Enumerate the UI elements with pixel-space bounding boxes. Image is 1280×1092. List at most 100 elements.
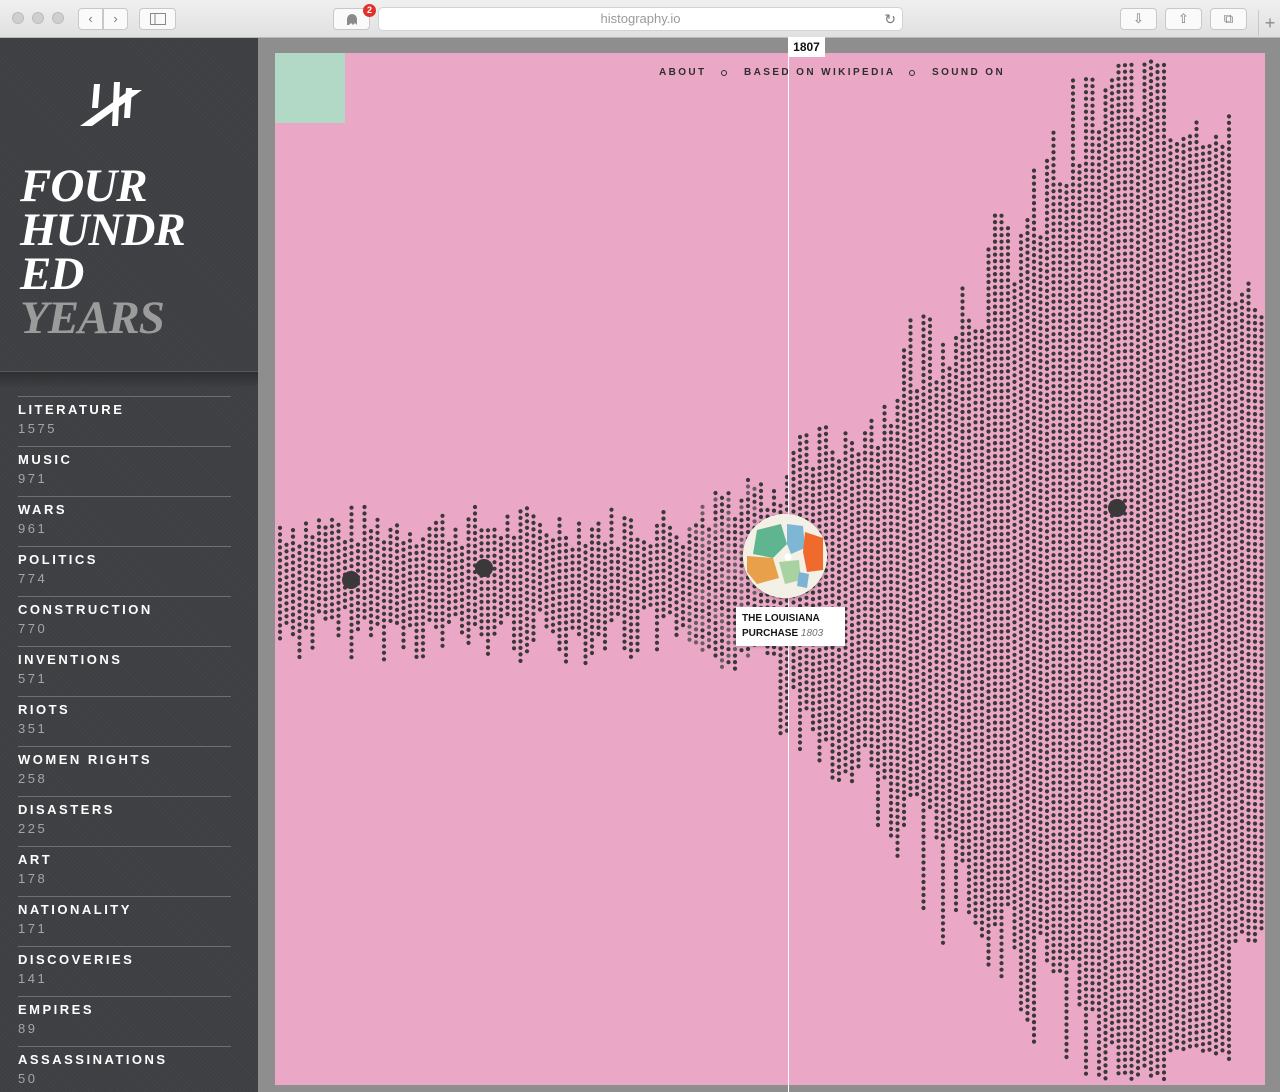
event-dot[interactable] (843, 528, 848, 533)
event-dot[interactable] (693, 581, 699, 587)
event-dot[interactable] (440, 611, 445, 616)
event-dot[interactable] (277, 545, 283, 550)
event-dot[interactable] (1057, 871, 1063, 876)
event-dot[interactable] (394, 523, 400, 528)
event-dot[interactable] (1005, 245, 1011, 250)
event-dot[interactable] (615, 598, 621, 604)
event-dot[interactable] (1051, 780, 1056, 785)
event-dot[interactable] (1018, 786, 1024, 791)
event-dot[interactable] (895, 522, 900, 527)
event-dot[interactable] (316, 537, 322, 542)
event-dot[interactable] (979, 920, 985, 925)
event-dot[interactable] (1051, 260, 1056, 265)
event-dot[interactable] (1038, 293, 1043, 298)
event-dot[interactable] (1044, 607, 1050, 612)
event-dot[interactable] (1005, 492, 1011, 497)
event-dot[interactable] (303, 560, 309, 565)
event-dot[interactable] (1057, 351, 1063, 356)
event-dot[interactable] (836, 738, 842, 744)
event-dot[interactable] (648, 557, 653, 562)
event-dot[interactable] (563, 568, 569, 573)
event-dot[interactable] (394, 542, 400, 547)
event-dot[interactable] (817, 485, 822, 490)
event-dot[interactable] (979, 836, 985, 841)
event-dot[interactable] (901, 426, 907, 431)
event-dot[interactable] (914, 428, 920, 433)
event-dot[interactable] (895, 431, 900, 436)
event-dot[interactable] (1044, 633, 1050, 638)
event-dot[interactable] (947, 411, 952, 417)
event-dot[interactable] (531, 618, 536, 623)
event-dot[interactable] (830, 515, 835, 520)
event-dot[interactable] (940, 576, 946, 581)
event-dot[interactable] (518, 593, 523, 599)
event-dot[interactable] (817, 602, 822, 607)
event-dot[interactable] (427, 572, 432, 577)
event-dot[interactable] (303, 566, 309, 572)
event-dot[interactable] (836, 543, 842, 548)
event-dot[interactable] (1031, 272, 1037, 277)
event-dot[interactable] (1025, 328, 1030, 333)
event-dot[interactable] (1044, 906, 1050, 911)
event-dot[interactable] (297, 583, 302, 588)
event-dot[interactable] (1018, 994, 1024, 999)
event-dot[interactable] (1051, 936, 1056, 941)
event-dot[interactable] (1025, 920, 1030, 925)
event-dot[interactable] (856, 582, 861, 587)
event-dot[interactable] (986, 708, 991, 714)
event-dot[interactable] (719, 515, 725, 520)
event-dot[interactable] (966, 884, 972, 889)
event-dot[interactable] (1044, 717, 1050, 723)
event-dot[interactable] (992, 480, 998, 485)
event-dot[interactable] (1012, 737, 1017, 742)
event-dot[interactable] (901, 647, 907, 652)
event-dot[interactable] (1018, 578, 1024, 583)
event-dot[interactable] (1031, 337, 1037, 342)
event-dot[interactable] (953, 556, 959, 562)
event-dot[interactable] (362, 569, 367, 575)
event-dot[interactable] (713, 523, 718, 528)
event-dot[interactable] (973, 907, 978, 912)
event-dot[interactable] (960, 377, 965, 382)
event-dot[interactable] (1018, 935, 1024, 940)
event-dot[interactable] (940, 713, 946, 718)
event-dot[interactable] (1057, 377, 1063, 382)
event-dot[interactable] (479, 528, 484, 533)
event-dot[interactable] (602, 581, 608, 586)
event-dot[interactable] (1005, 551, 1011, 556)
event-dot[interactable] (654, 562, 660, 567)
event-dot[interactable] (368, 529, 374, 534)
event-dot[interactable] (1012, 561, 1017, 566)
event-dot[interactable] (628, 635, 634, 640)
event-dot[interactable] (804, 660, 809, 665)
event-dot[interactable] (966, 357, 972, 362)
event-dot[interactable] (947, 834, 952, 839)
event-dot[interactable] (960, 325, 965, 330)
event-dot[interactable] (713, 549, 718, 554)
event-dot[interactable] (498, 614, 504, 619)
event-dot[interactable] (895, 730, 900, 735)
event-dot[interactable] (622, 626, 627, 631)
event-dot[interactable] (739, 596, 744, 601)
event-dot[interactable] (979, 927, 985, 932)
event-dot[interactable] (830, 697, 835, 702)
event-dot[interactable] (901, 679, 907, 685)
event-dot[interactable] (875, 718, 881, 724)
event-dot[interactable] (849, 590, 855, 595)
event-dot[interactable] (1025, 653, 1030, 658)
event-dot[interactable] (908, 331, 913, 336)
event-dot[interactable] (973, 680, 978, 685)
event-dot[interactable] (362, 563, 367, 568)
event-dot[interactable] (713, 503, 718, 509)
event-dot[interactable] (1038, 423, 1043, 428)
event-dot[interactable] (492, 586, 497, 591)
event-dot[interactable] (1051, 637, 1056, 642)
event-dot[interactable] (862, 502, 868, 507)
event-dot[interactable] (934, 601, 939, 606)
event-dot[interactable] (836, 576, 842, 581)
event-dot[interactable] (804, 602, 809, 607)
event-dot[interactable] (1012, 756, 1017, 761)
event-dot[interactable] (414, 602, 419, 608)
event-dot[interactable] (966, 624, 972, 629)
event-dot[interactable] (635, 570, 640, 575)
